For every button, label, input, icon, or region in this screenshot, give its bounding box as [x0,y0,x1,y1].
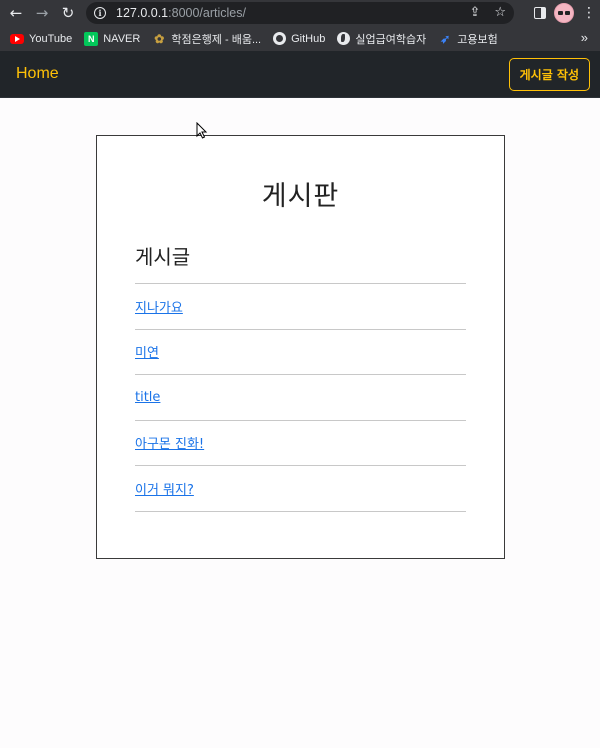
youtube-icon [10,33,24,44]
bookmark-naver[interactable]: N NAVER [84,31,140,46]
tree-icon: ✿ [154,31,165,46]
globe-icon [337,32,351,45]
bookmark-github[interactable]: GitHub [273,32,325,45]
article-link[interactable]: 미연 [135,342,159,361]
bookmark-unemployment[interactable]: 실업급여학습자 [337,31,426,47]
home-link[interactable]: Home [16,65,59,83]
address-bar[interactable]: i 127.0.0.1:8000/articles/ ⇪ ☆ [86,2,514,24]
more-bookmarks-button[interactable]: » [581,30,588,45]
reload-icon[interactable]: ↻ [58,3,78,23]
url-text: 127.0.0.1:8000/articles/ [116,6,246,20]
share-icon[interactable]: ⇪ [469,5,480,20]
browser-menu-icon[interactable]: ⋮ [582,6,596,20]
forward-arrow-icon[interactable]: → [32,3,52,23]
leaf-icon: ➶ [440,31,451,46]
list-item: title [135,375,466,421]
mouse-cursor-icon [196,122,208,139]
list-item: 미연 [135,330,466,375]
bookmark-credit-bank[interactable]: ✿ 학점은행제 - 배움... [152,31,261,47]
back-arrow-icon[interactable]: ← [6,3,26,23]
section-title: 게시글 [135,241,466,284]
article-link[interactable]: title [135,390,160,405]
bookmarks-bar: YouTube N NAVER ✿ 학점은행제 - 배움... GitHub 실… [0,26,600,51]
article-link[interactable]: 이거 뭐지? [135,479,194,498]
article-link[interactable]: 아구몬 진화! [135,433,204,452]
app-navbar: Home 게시글 작성 [0,51,600,98]
article-link[interactable]: 지나가요 [135,297,183,316]
github-icon [273,32,287,45]
list-item: 아구몬 진화! [135,421,466,466]
bookmark-star-icon[interactable]: ☆ [494,5,506,20]
write-article-button[interactable]: 게시글 작성 [508,57,590,91]
page-title: 게시판 [261,181,340,212]
list-item: 지나가요 [135,284,466,330]
bookmark-youtube[interactable]: YouTube [10,33,72,45]
side-panel-icon[interactable] [534,7,546,19]
bookmark-employment-insurance[interactable]: ➶ 고용보험 [438,31,498,47]
board-card: 게시판 게시글 지나가요 미연 title 아구몬 진화! 이거 뭐지? [96,135,505,559]
naver-icon: N [84,31,99,46]
list-item: 이거 뭐지? [135,466,466,512]
browser-toolbar: ← → ↻ i 127.0.0.1:8000/articles/ ⇪ ☆ ⋮ [0,0,600,26]
profile-avatar[interactable] [554,3,574,23]
article-list: 지나가요 미연 title 아구몬 진화! 이거 뭐지? [135,284,466,512]
site-info-icon[interactable]: i [94,7,106,19]
